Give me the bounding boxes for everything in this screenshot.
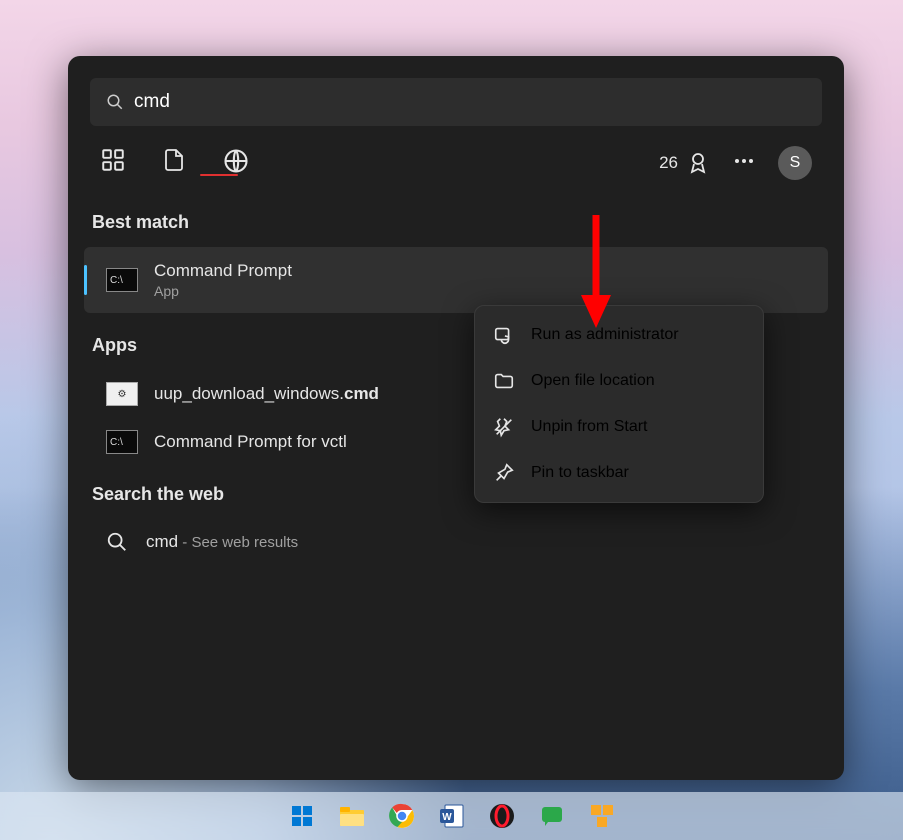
context-item-label: Open file location <box>531 372 655 390</box>
context-item-label: Pin to taskbar <box>531 464 629 482</box>
web-result-label: cmd - See web results <box>146 532 298 552</box>
search-bar[interactable] <box>90 78 822 126</box>
chat-icon[interactable] <box>532 796 572 836</box>
avatar-letter: S <box>790 154 801 172</box>
spellcheck-underline <box>200 174 238 176</box>
user-avatar[interactable]: S <box>778 146 812 180</box>
search-icon <box>106 531 128 553</box>
apps-filter-icon[interactable] <box>100 147 126 180</box>
documents-filter-icon[interactable] <box>162 147 186 180</box>
best-match-title: Command Prompt <box>154 261 292 281</box>
apps-result-1-label: uup_download_windows.cmd <box>154 384 379 404</box>
word-icon[interactable]: W <box>432 796 472 836</box>
search-toolbar: 26 S <box>84 138 828 194</box>
chrome-icon[interactable] <box>382 796 422 836</box>
best-match-header: Best match <box>84 194 828 247</box>
svg-text:W: W <box>442 812 452 823</box>
opera-icon[interactable] <box>482 796 522 836</box>
pin-icon <box>493 462 515 484</box>
best-match-result[interactable]: C:\ Command Prompt App <box>84 247 828 313</box>
shield-admin-icon <box>493 324 515 346</box>
start-button[interactable] <box>282 796 322 836</box>
batch-file-icon: ⚙ <box>106 382 138 406</box>
context-item-label: Run as administrator <box>531 326 679 344</box>
web-result[interactable]: cmd - See web results <box>84 519 828 565</box>
file-explorer-icon[interactable] <box>332 796 372 836</box>
apps-result-2-label: Command Prompt for vctl <box>154 432 347 452</box>
taskbar: W <box>0 792 903 840</box>
context-unpin-start[interactable]: Unpin from Start <box>481 404 757 450</box>
context-menu: Run as administrator Open file location … <box>474 305 764 503</box>
rewards-points-value: 26 <box>659 153 678 173</box>
context-run-as-admin[interactable]: Run as administrator <box>481 312 757 358</box>
context-pin-taskbar[interactable]: Pin to taskbar <box>481 450 757 496</box>
best-match-subtitle: App <box>154 283 292 299</box>
search-icon <box>106 93 124 111</box>
more-options-icon[interactable] <box>732 149 756 178</box>
command-prompt-icon: C:\ <box>106 430 138 454</box>
search-input[interactable] <box>134 91 806 113</box>
unpin-icon <box>493 416 515 438</box>
folder-icon <box>493 370 515 392</box>
rewards-icon <box>686 151 710 175</box>
context-item-label: Unpin from Start <box>531 418 647 436</box>
context-open-location[interactable]: Open file location <box>481 358 757 404</box>
command-prompt-icon: C:\ <box>106 268 138 292</box>
rewards-points[interactable]: 26 <box>659 151 710 175</box>
vmware-icon[interactable] <box>582 796 622 836</box>
